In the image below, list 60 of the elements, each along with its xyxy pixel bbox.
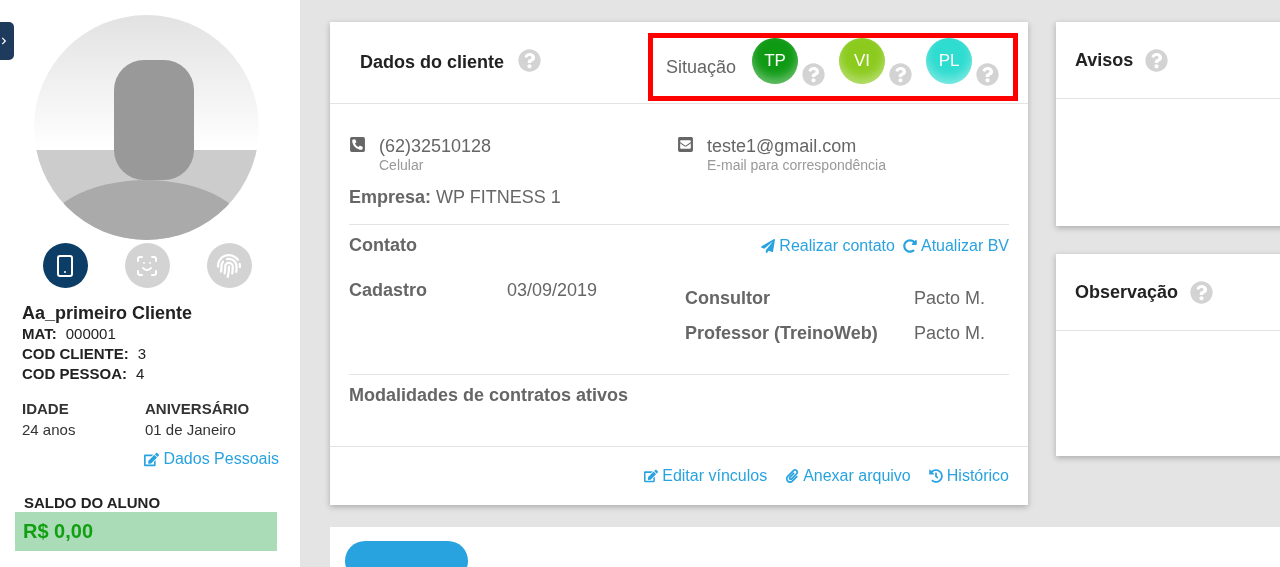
phone-caption: Celular	[379, 157, 425, 173]
phone-icon	[349, 136, 366, 153]
help-icon[interactable]	[1190, 280, 1214, 304]
fact-label: IDADE	[22, 399, 70, 419]
fingerprint-icon	[217, 253, 241, 278]
sidebar-toggle[interactable]	[0, 22, 14, 60]
edit-icon	[644, 469, 659, 483]
face-icon	[135, 253, 159, 278]
id-value: 000001	[65, 324, 116, 344]
field-label: Consultor	[685, 288, 771, 309]
balance-label: SALDO DO ALUNO	[24, 494, 162, 511]
clip-icon	[785, 469, 800, 483]
action-link[interactable]: Realizar contato	[761, 236, 895, 255]
fact-value: 24 anos	[22, 420, 77, 440]
status-label: Situação	[666, 56, 737, 78]
help-icon[interactable]	[976, 62, 1000, 86]
id-label: COD CLIENTE:	[22, 344, 129, 364]
status-badge: PL	[926, 38, 973, 84]
history-icon	[928, 469, 943, 483]
email-address: teste1@gmail.com	[707, 136, 858, 157]
edit-icon	[144, 451, 160, 467]
email-caption: E-mail para correspondência	[707, 157, 886, 173]
action-link[interactable]: Editar vínculos	[644, 467, 768, 485]
field-value: Pacto M.	[914, 323, 987, 344]
fingerprint-access-button[interactable]	[206, 243, 252, 288]
contact-title: Contato	[349, 235, 417, 256]
help-icon[interactable]	[889, 62, 913, 86]
fact-label: ANIVERSÁRIO	[145, 399, 251, 419]
contracts-title: Modalidades de contratos ativos	[349, 385, 629, 405]
send-icon	[761, 238, 776, 253]
card-title: Avisos	[1075, 49, 1134, 71]
mail-icon	[677, 136, 694, 153]
help-icon[interactable]	[1145, 48, 1169, 72]
status-badge: TP	[752, 38, 799, 84]
help-icon[interactable]	[802, 62, 826, 86]
help-icon[interactable]	[518, 49, 542, 72]
field-value: Pacto M.	[914, 288, 987, 309]
action-link[interactable]: Atualizar BV	[902, 236, 1009, 255]
face-access-button[interactable]	[124, 243, 170, 288]
field-label: Cadastro	[349, 280, 429, 302]
id-value: 3	[137, 344, 146, 364]
card-title: Dados do cliente	[360, 52, 505, 73]
field-value: 03/09/2019	[507, 280, 599, 302]
action-link[interactable]: Histórico	[928, 467, 1009, 485]
fact-value: 01 de Janeiro	[145, 420, 237, 440]
chevron-icon	[0, 37, 8, 45]
balance-value: R$ 0,00	[15, 512, 277, 551]
id-value: 4	[136, 364, 145, 384]
phone-number: (62)32510128	[379, 136, 492, 157]
id-label: COD PESSOA:	[22, 364, 127, 384]
action-link[interactable]: Anexar arquivo	[785, 467, 911, 485]
card-title: Observação	[1075, 281, 1179, 303]
personal-data-link[interactable]: Dados Pessoais	[144, 450, 279, 468]
id-label: MAT:	[22, 324, 57, 344]
refresh-icon	[902, 238, 917, 253]
field-label: Professor (TreinoWeb)	[685, 323, 879, 344]
phone-access-button[interactable]	[42, 243, 88, 288]
company-line: Empresa: WP FITNESS 1	[349, 187, 562, 208]
client-name: Aa_primeiro Cliente	[22, 303, 194, 324]
status-badge: VI	[839, 38, 886, 84]
